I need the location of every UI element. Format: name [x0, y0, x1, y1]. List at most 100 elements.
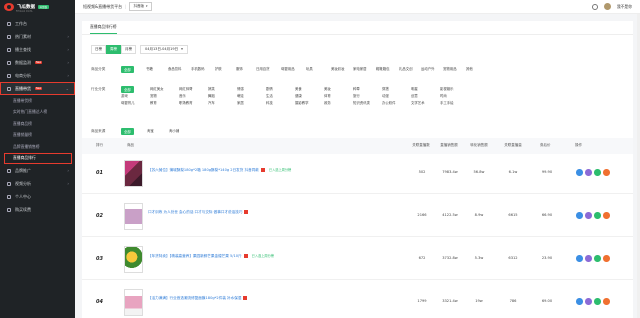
filter-option[interactable]: 美食 — [295, 86, 302, 91]
filter-option[interactable]: 体育 — [324, 93, 331, 98]
filter-option[interactable]: 全部 — [121, 128, 134, 135]
filter-option[interactable]: 剧情 — [266, 86, 273, 91]
sidebar-item-find-creator[interactable]: 播主查找 › — [0, 43, 75, 56]
favorite-icon[interactable] — [603, 255, 610, 262]
product-title[interactable]: 【活力满满】行业首选潮流修复面膜180g*2件装 补水保湿 — [148, 296, 251, 301]
sub-item-realtime-rank[interactable]: 实时热门直播达人榜 — [0, 107, 75, 119]
analysis-icon[interactable] — [576, 298, 583, 305]
product-image[interactable] — [124, 160, 143, 187]
product-image[interactable] — [124, 289, 143, 316]
period-month[interactable]: 月榜 — [121, 45, 136, 55]
filter-option[interactable]: 母婴育儿 — [121, 100, 135, 105]
filter-option[interactable]: 文学艺术 — [411, 100, 425, 105]
filter-option[interactable]: 时尚 — [440, 93, 447, 98]
sidebar-item-monitor[interactable]: 数据监测 New › — [0, 56, 75, 69]
filter-option[interactable]: 家居 — [237, 100, 244, 105]
filter-option[interactable]: 科技 — [266, 100, 273, 105]
sidebar-item-hot-material[interactable]: 热门素材 › — [0, 30, 75, 43]
th-price[interactable]: 券后价 — [540, 143, 551, 148]
filter-option[interactable]: 日用百货 — [256, 66, 270, 71]
link-icon[interactable] — [594, 298, 601, 305]
sidebar-item-brand[interactable]: 品牌推广 › — [0, 164, 75, 177]
filter-option[interactable]: 全部 — [121, 86, 134, 93]
link-icon[interactable] — [594, 255, 601, 262]
filter-option[interactable]: 母婴用品 — [281, 66, 295, 71]
filter-option[interactable]: 动漫 — [382, 93, 389, 98]
filter-option[interactable]: 舞蹈 — [208, 93, 215, 98]
filter-option[interactable]: 明星 — [411, 86, 418, 91]
avatar[interactable] — [603, 3, 611, 10]
filter-option[interactable]: 食品饮料 — [168, 66, 182, 71]
filter-option[interactable]: 健康 — [295, 93, 302, 98]
sidebar-item-renew[interactable]: 购买续费 — [0, 203, 75, 216]
link-icon[interactable] — [594, 212, 601, 219]
product-title[interactable]: 【年货特卖】【精装高营养】果园新鲜芒果金煌芒果 5/10斤 已入选上周分榜 — [148, 253, 274, 259]
filter-option[interactable]: 手机数码 — [191, 66, 205, 71]
table-row[interactable]: 02 口才训练 为人处世 会心的话 口才与交际 做事口才说话技巧 2166 4122.… — [82, 197, 633, 237]
filter-option[interactable]: 种草 — [353, 86, 360, 91]
product-title[interactable]: 【苏六摊位】蒲城酥梨180g*2箱 180g酥梨*140g 2日发货 抖音同款 已… — [148, 167, 291, 173]
favorite-icon[interactable] — [603, 212, 610, 219]
filter-option[interactable]: 生活 — [266, 93, 273, 98]
filter-option[interactable]: 淘宝 — [147, 128, 154, 133]
product-title[interactable]: 口才训练 为人处世 会心的话 口才与交际 做事口才说话技巧 — [148, 210, 252, 215]
filter-option[interactable]: 家电家居 — [353, 66, 367, 71]
filter-option[interactable]: 情感 — [237, 86, 244, 91]
analysis-icon[interactable] — [576, 255, 583, 262]
filter-option[interactable]: 汽车 — [208, 100, 215, 105]
live-icon[interactable] — [585, 169, 592, 176]
product-image[interactable] — [124, 246, 143, 273]
table-row[interactable]: 04 【活力满满】行业首选潮流修复面膜180g*2件装 补水保湿 1799 3321.… — [82, 283, 633, 318]
filter-option[interactable]: 礼品文创 — [399, 66, 413, 71]
filter-option[interactable]: 护肤 — [215, 66, 222, 71]
logo[interactable]: 飞瓜数据 抖音版 FEIGUA DATA — [0, 0, 75, 14]
filter-option[interactable]: 宠物用品 — [443, 66, 457, 71]
filter-option[interactable]: 宠物 — [150, 93, 157, 98]
filter-option[interactable]: 鞋靴箱包 — [376, 66, 390, 71]
favorite-icon[interactable] — [603, 169, 610, 176]
live-icon[interactable] — [585, 212, 592, 219]
filter-option[interactable]: 职场教育 — [179, 100, 193, 105]
filter-option[interactable]: 其他 — [466, 66, 473, 71]
filter-option[interactable]: 玩具 — [306, 66, 313, 71]
filter-option[interactable]: 旅行 — [353, 93, 360, 98]
favorite-icon[interactable] — [603, 298, 610, 305]
th-live-volume[interactable]: 关联直播量 — [502, 143, 524, 148]
filter-option[interactable]: 摄影教学 — [295, 100, 309, 105]
filter-option[interactable]: 搞笑 — [208, 86, 215, 91]
live-icon[interactable] — [585, 298, 592, 305]
filter-option[interactable]: 创意 — [411, 93, 418, 98]
filter-option[interactable]: 服饰 — [236, 66, 243, 71]
username[interactable]: 我不是你 — [617, 4, 632, 10]
table-row[interactable]: 03 【年货特卖】【精装高营养】果园新鲜芒果金煌芒果 5/10斤 已入选上周分榜 67… — [82, 240, 633, 280]
date-select[interactable]: 04月13日-04月19日 ▾ — [140, 45, 188, 55]
sub-item-live-rank[interactable]: 直播带货榜 — [0, 95, 75, 107]
filter-option[interactable]: 手工手绘 — [440, 100, 454, 105]
platform-select[interactable]: 抖音版 ▾ — [129, 2, 152, 11]
sub-item-sales-rank[interactable]: 直播销量榜 — [0, 130, 75, 142]
analysis-icon[interactable] — [576, 212, 583, 219]
filter-option[interactable]: 网红美女 — [150, 86, 164, 91]
th-live-count[interactable]: 关联直播数 — [410, 143, 432, 148]
period-week[interactable]: 周榜 — [106, 45, 121, 55]
sidebar-item-ecommerce[interactable]: 电商分析 › — [0, 69, 75, 82]
table-row[interactable]: 01 【苏六摊位】蒲城酥梨180g*2箱 180g酥梨*140g 2日发货 抖音同… — [82, 154, 633, 194]
filter-option[interactable]: 游戏 — [121, 93, 128, 98]
filter-option[interactable]: 美妆 — [324, 86, 331, 91]
tab-goods-ranking[interactable]: 直播商品排行榜 — [90, 24, 117, 34]
filter-option[interactable]: 知识资讯类 — [353, 100, 370, 105]
filter-option[interactable]: 影视娱乐 — [440, 86, 454, 91]
filter-option[interactable]: 书籍 — [146, 66, 153, 71]
filter-option[interactable]: 淘小铺 — [169, 128, 179, 133]
sidebar-item-live-commerce[interactable]: 直播带货 New ⌄ — [0, 82, 75, 95]
sidebar-item-video-analysis[interactable]: 视频分析 › — [0, 177, 75, 190]
sidebar-item-workbench[interactable]: 工作台 — [0, 17, 75, 30]
sub-item-brand-rank[interactable]: 品牌直播销售榜 — [0, 141, 75, 153]
live-icon[interactable] — [585, 255, 592, 262]
filter-option[interactable]: 穿搭 — [382, 86, 389, 91]
filter-option[interactable]: 萌娃 — [237, 93, 244, 98]
filter-option[interactable]: 运动户外 — [421, 66, 435, 71]
filter-option[interactable]: 政务 — [324, 100, 331, 105]
filter-option[interactable]: 网红帅哥 — [179, 86, 193, 91]
sub-item-goods-ranking[interactable]: 直播商品排行 — [4, 152, 72, 164]
